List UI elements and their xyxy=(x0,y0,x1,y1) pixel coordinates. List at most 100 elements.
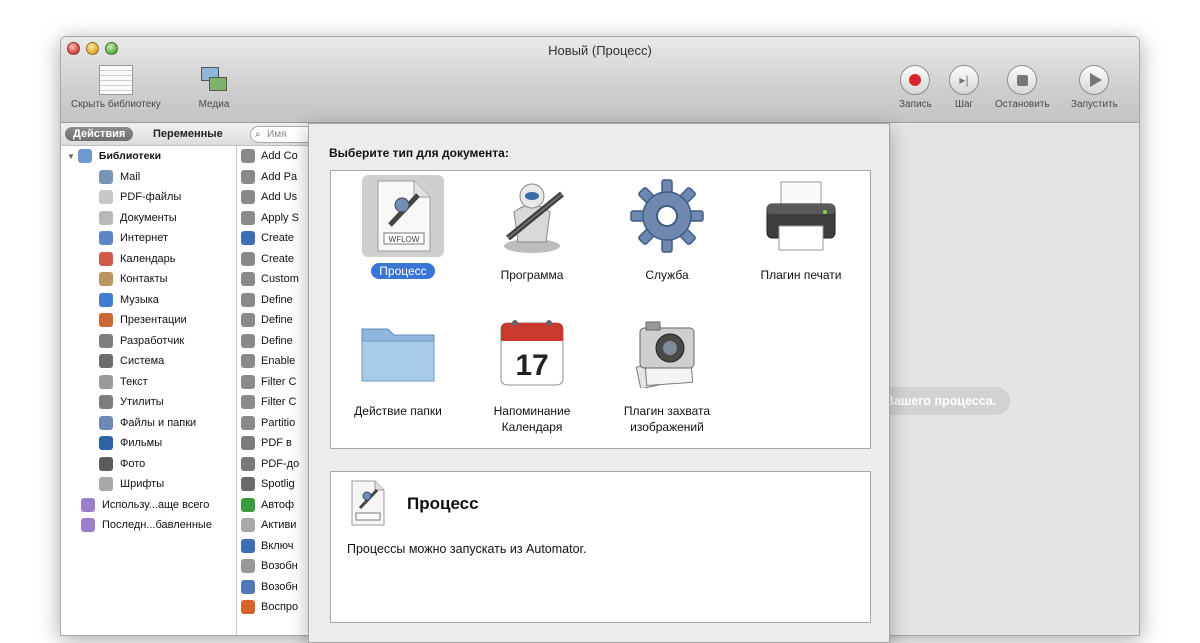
category-label: Шрифты xyxy=(120,478,165,491)
action-item[interactable]: Filter C xyxy=(237,372,309,393)
type-print-plugin[interactable]: Плагин печати xyxy=(737,175,865,283)
run-label: Запустить xyxy=(1071,99,1118,110)
category-item[interactable]: Презентации xyxy=(61,310,236,331)
category-item[interactable]: Система xyxy=(61,351,236,372)
documents-icon xyxy=(99,210,113,225)
action-icon xyxy=(241,456,255,471)
workflow-document-icon: WFLOW xyxy=(362,175,444,257)
action-item[interactable]: Custom xyxy=(237,269,309,290)
gear-icon xyxy=(626,175,708,257)
action-label: Filter C xyxy=(261,396,297,409)
action-item[interactable]: Add Pa xyxy=(237,167,309,188)
type-calendar-alarm-label: Напоминание Календаря xyxy=(493,404,571,434)
action-item[interactable]: Возобн xyxy=(237,556,309,577)
category-list: ▼ Библиотеки Mail PDF-файлы Документы Интерне… xyxy=(61,146,237,635)
action-item[interactable]: Create xyxy=(237,228,309,249)
action-item[interactable]: Активи xyxy=(237,515,309,536)
type-workflow[interactable]: WFLOW Процесс xyxy=(339,175,467,279)
action-item[interactable]: Возобн xyxy=(237,577,309,598)
category-item[interactable]: Календарь xyxy=(61,249,236,270)
action-label: Автоф xyxy=(261,498,295,511)
action-label: Custom xyxy=(261,273,299,286)
smart-group-item[interactable]: Последн...бавленные xyxy=(61,515,236,536)
category-label: Разработчик xyxy=(120,334,185,347)
hide-library-button[interactable]: Скрыть библиотеку xyxy=(71,65,161,110)
music-icon xyxy=(99,292,113,307)
type-folder-action-label: Действие папки xyxy=(354,404,442,418)
description-workflow-icon xyxy=(349,480,387,531)
step-button[interactable]: ▸| Шаг xyxy=(949,65,979,110)
toolbar: Новый (Процесс) Скрыть библиотеку Медиа … xyxy=(61,37,1139,123)
action-icon xyxy=(241,579,255,594)
play-icon xyxy=(1079,65,1110,95)
action-item[interactable]: Включ xyxy=(237,536,309,557)
type-service[interactable]: Служба xyxy=(603,175,731,283)
action-item[interactable]: Add Us xyxy=(237,187,309,208)
category-item[interactable]: Документы xyxy=(61,208,236,229)
action-item[interactable]: Filter C xyxy=(237,392,309,413)
action-icon xyxy=(241,149,255,164)
category-item[interactable]: Файлы и папки xyxy=(61,413,236,434)
action-label: Define xyxy=(261,334,293,347)
action-icon xyxy=(241,374,255,389)
category-item[interactable]: Фото xyxy=(61,454,236,475)
run-button[interactable]: Запустить xyxy=(1071,65,1118,110)
smart-group-label: Использу...аще всего xyxy=(102,498,210,511)
type-image-capture[interactable]: Плагин захвата изображений xyxy=(603,311,731,435)
hide-library-label: Скрыть библиотеку xyxy=(71,99,161,110)
action-item[interactable]: Автоф xyxy=(237,495,309,516)
action-label: Возобн xyxy=(261,580,298,593)
action-item[interactable]: Define xyxy=(237,310,309,331)
category-item[interactable]: Музыка xyxy=(61,290,236,311)
type-application-label: Программа xyxy=(500,268,564,282)
action-label: PDF в xyxy=(261,437,292,450)
action-label: Включ xyxy=(261,539,294,552)
type-service-label: Служба xyxy=(645,268,689,282)
action-item[interactable]: PDF в xyxy=(237,433,309,454)
automator-robot-icon xyxy=(491,175,573,257)
library-icon xyxy=(98,65,133,95)
stop-button[interactable]: Остановить xyxy=(995,65,1050,110)
action-icon xyxy=(241,169,255,184)
type-calendar-alarm[interactable]: 17 Напоминание Календаря xyxy=(468,311,596,435)
type-folder-action[interactable]: Действие папки xyxy=(334,311,462,419)
category-item[interactable]: Текст xyxy=(61,372,236,393)
action-item[interactable]: Create xyxy=(237,249,309,270)
action-label: Apply S xyxy=(261,211,299,224)
category-item[interactable]: PDF-файлы xyxy=(61,187,236,208)
category-item[interactable]: Mail xyxy=(61,167,236,188)
action-label: Define xyxy=(261,293,293,306)
media-button[interactable]: Медиа xyxy=(197,65,231,110)
action-item[interactable]: Add Co xyxy=(237,146,309,167)
action-item[interactable]: Воспро xyxy=(237,597,309,618)
category-item[interactable]: Утилиты xyxy=(61,392,236,413)
action-item[interactable]: Apply S xyxy=(237,208,309,229)
action-item[interactable]: PDF-до xyxy=(237,454,309,475)
library-root[interactable]: ▼ Библиотеки xyxy=(61,146,236,167)
category-item[interactable]: Контакты xyxy=(61,269,236,290)
action-icon xyxy=(241,395,255,410)
tab-variables[interactable]: Переменные xyxy=(153,128,223,140)
action-icon xyxy=(241,333,255,348)
action-icon xyxy=(241,210,255,225)
action-item[interactable]: Define xyxy=(237,331,309,352)
disclosure-triangle-icon[interactable]: ▼ xyxy=(67,152,75,161)
record-button[interactable]: Запись xyxy=(899,65,932,110)
action-icon xyxy=(241,251,255,266)
fonts-icon xyxy=(99,477,113,492)
category-item[interactable]: Разработчик xyxy=(61,331,236,352)
tab-actions[interactable]: Действия xyxy=(65,127,134,141)
category-item[interactable]: Шрифты xyxy=(61,474,236,495)
category-item[interactable]: Фильмы xyxy=(61,433,236,454)
action-icon xyxy=(241,518,255,533)
action-label: Воспро xyxy=(261,601,299,614)
category-label: Утилиты xyxy=(120,396,164,409)
action-item[interactable]: Spotlig xyxy=(237,474,309,495)
smart-group-item[interactable]: Использу...аще всего xyxy=(61,495,236,516)
action-item[interactable]: Partitio xyxy=(237,413,309,434)
action-label: Активи xyxy=(261,519,297,532)
category-item[interactable]: Интернет xyxy=(61,228,236,249)
type-application[interactable]: Программа xyxy=(468,175,596,283)
action-item[interactable]: Define xyxy=(237,290,309,311)
action-item[interactable]: Enable xyxy=(237,351,309,372)
